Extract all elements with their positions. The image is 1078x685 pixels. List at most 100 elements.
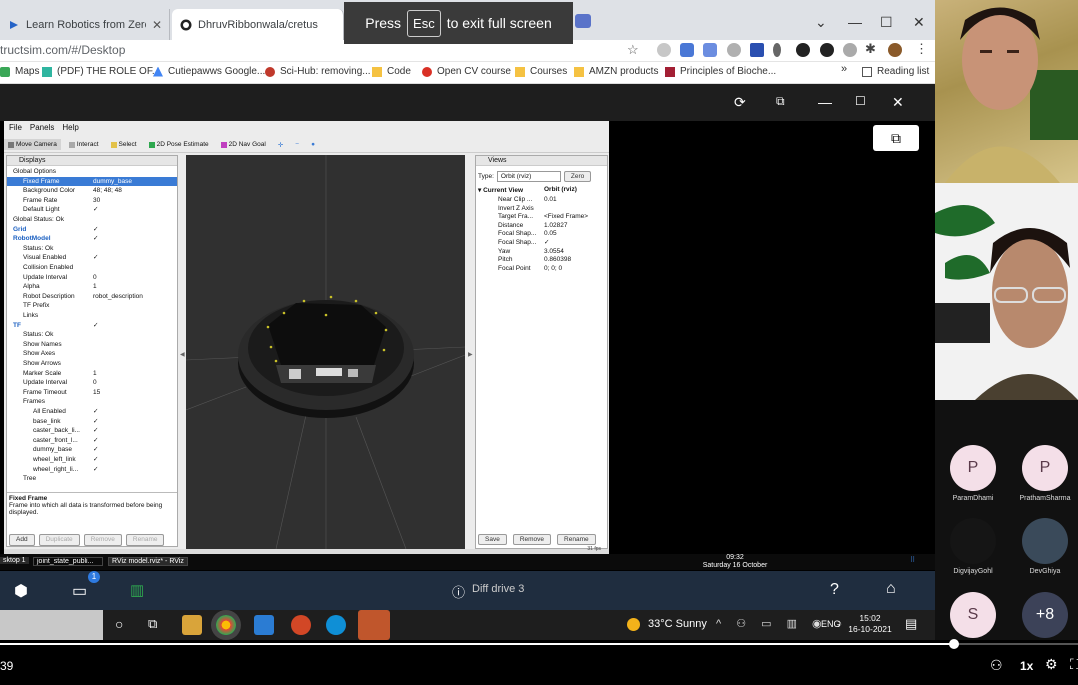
display-row[interactable]: Update Interval 0 — [7, 273, 177, 283]
bookmark-maps[interactable]: Maps — [0, 66, 39, 77]
tool-pose-estimate[interactable]: 2D Pose Estimate — [145, 139, 213, 150]
property-value[interactable]: 1 — [93, 282, 97, 292]
info-icon[interactable]: ⓘ — [452, 582, 465, 601]
tool-move-camera[interactable]: Move Camera — [4, 139, 61, 150]
tab-search-icon[interactable]: ⌄ — [815, 14, 827, 31]
property-value[interactable]: robot_description — [93, 292, 143, 302]
dot-icon[interactable]: ● — [307, 139, 319, 150]
display-row[interactable]: Robot Description robot_description — [7, 292, 177, 302]
display-row[interactable]: TF ✓ — [7, 321, 177, 331]
bookmark-opencv[interactable]: Open CV course — [422, 66, 511, 77]
property-value[interactable]: ✓ — [93, 253, 98, 263]
extension-k-icon[interactable] — [657, 43, 671, 57]
teams-icon[interactable] — [358, 610, 390, 640]
menu-file[interactable]: File — [9, 123, 22, 135]
weather-text[interactable]: 33°C Sunny — [648, 618, 707, 630]
display-row[interactable]: Visual Enabled ✓ — [7, 253, 177, 263]
extension-icon[interactable] — [796, 43, 810, 57]
current-view-row[interactable]: ▾ Current View Orbit (rviz) — [478, 186, 606, 195]
extension-icon[interactable] — [727, 43, 741, 57]
task-view-icon[interactable]: ⧉ — [148, 616, 157, 632]
property-value[interactable]: dummy_base — [93, 177, 132, 187]
eyedropper-icon[interactable] — [773, 43, 781, 57]
3d-viewport[interactable] — [186, 155, 465, 549]
property-value[interactable]: ✓ — [93, 465, 98, 475]
display-row[interactable]: Status: Ok — [7, 330, 177, 340]
tool-nav-goal[interactable]: 2D Nav Goal — [217, 139, 270, 150]
tray-clock[interactable]: 15:02 16-10-2021 — [845, 613, 895, 635]
display-row[interactable]: All Enabled ✓ — [7, 407, 177, 417]
puzzle-icon[interactable]: ✱ — [865, 41, 876, 57]
display-row[interactable]: Alpha 1 — [7, 282, 177, 292]
add-button[interactable]: Add — [9, 534, 35, 546]
participant-tile[interactable]: P ParamDhami — [943, 445, 1003, 502]
bookmark-code[interactable]: Code — [372, 66, 411, 77]
display-row[interactable]: caster_front_l... ✓ — [7, 436, 177, 446]
bookmark-cutiepawws[interactable]: Cutiepawws Google... — [153, 66, 265, 77]
participant-tile[interactable]: +8 — [1015, 592, 1075, 642]
refresh-icon[interactable]: ⟳ — [734, 94, 746, 111]
property-value[interactable]: 1 — [93, 369, 97, 379]
bookmark-courses[interactable]: Courses — [515, 66, 567, 77]
menu-help[interactable]: Help — [62, 123, 78, 135]
display-row[interactable]: Marker Scale 1 — [7, 369, 177, 379]
view-property-value[interactable]: 0; 0; 0 — [544, 264, 562, 274]
notification-icon[interactable]: ▤ — [905, 616, 917, 632]
property-value[interactable]: ✓ — [93, 426, 98, 436]
collapse-left-icon[interactable]: ◀ — [180, 351, 185, 358]
minimize-icon[interactable]: — — [848, 14, 862, 30]
display-row[interactable]: Frames — [7, 397, 177, 407]
display-row[interactable]: Frame Rate 30 — [7, 196, 177, 206]
collapse-right-icon[interactable]: ▶ — [468, 351, 473, 358]
start-search-icon[interactable]: ○ — [115, 616, 123, 632]
display-row[interactable]: Collision Enabled — [7, 263, 177, 273]
url-text[interactable]: tructsim.com/#/Desktop — [0, 43, 125, 57]
duplicate-button[interactable]: Duplicate — [38, 534, 80, 546]
taskbar-rviz[interactable]: RViz model.rviz* - RViz — [108, 557, 188, 566]
book-icon[interactable]: ▥ — [130, 581, 144, 599]
rename-button[interactable]: Rename — [125, 534, 165, 546]
extension-icon[interactable] — [820, 43, 834, 57]
tool-select[interactable]: Select — [107, 139, 141, 150]
property-value[interactable]: ✓ — [93, 225, 98, 235]
extension-icon[interactable] — [703, 43, 717, 57]
display-row[interactable]: Grid ✓ — [7, 225, 177, 235]
maximize-icon[interactable]: ☐ — [880, 14, 893, 31]
bookmarks-more[interactable]: » — [841, 63, 847, 75]
reading-list[interactable]: Reading list — [862, 66, 929, 77]
minus-icon[interactable]: − — [291, 139, 303, 150]
display-row[interactable]: Status: Ok — [7, 244, 177, 254]
cube-icon[interactable]: ⬢ — [14, 581, 28, 601]
restore-icon[interactable]: ⧉ — [776, 94, 785, 109]
star-icon[interactable]: ☆ — [627, 42, 639, 58]
type-select[interactable]: Orbit (rviz) — [496, 170, 561, 182]
property-value[interactable]: ✓ — [93, 445, 98, 455]
video-tile-1[interactable] — [935, 0, 1078, 183]
display-row[interactable]: Update Interval 0 — [7, 378, 177, 388]
property-value[interactable]: 15 — [93, 388, 100, 398]
extension-icon[interactable] — [843, 43, 857, 57]
profile-avatar[interactable] — [888, 43, 902, 57]
bookmark-amzn[interactable]: AMZN products — [574, 66, 658, 77]
chrome-icon[interactable] — [216, 615, 236, 635]
property-value[interactable]: ✓ — [93, 417, 98, 427]
captions-icon[interactable]: ⚇ — [990, 657, 1003, 674]
display-row[interactable]: Global Status: Ok — [7, 215, 177, 225]
language[interactable]: ENG — [821, 619, 841, 629]
close-icon[interactable]: ✕ — [892, 94, 904, 111]
taskbar-desktop[interactable]: sktop 1 — [0, 557, 29, 564]
display-row[interactable]: Show Axes — [7, 349, 177, 359]
edge-icon[interactable] — [326, 615, 346, 635]
bookmark-scihub[interactable]: Sci-Hub: removing... — [265, 66, 371, 77]
tool-interact[interactable]: Interact — [65, 139, 103, 150]
speed-button[interactable]: 1x — [1020, 659, 1033, 673]
extension-icon[interactable] — [750, 43, 764, 57]
minimize-icon[interactable]: — — [818, 94, 832, 110]
powerpoint-icon[interactable] — [291, 615, 311, 635]
property-value[interactable]: 48; 48; 48 — [93, 186, 122, 196]
display-row[interactable]: dummy_base ✓ — [7, 445, 177, 455]
display-row[interactable]: Show Arrows — [7, 359, 177, 369]
property-value[interactable]: 30 — [93, 196, 100, 206]
close-icon[interactable]: ✕ — [152, 18, 162, 32]
home-icon[interactable]: ⌂ — [886, 580, 896, 598]
